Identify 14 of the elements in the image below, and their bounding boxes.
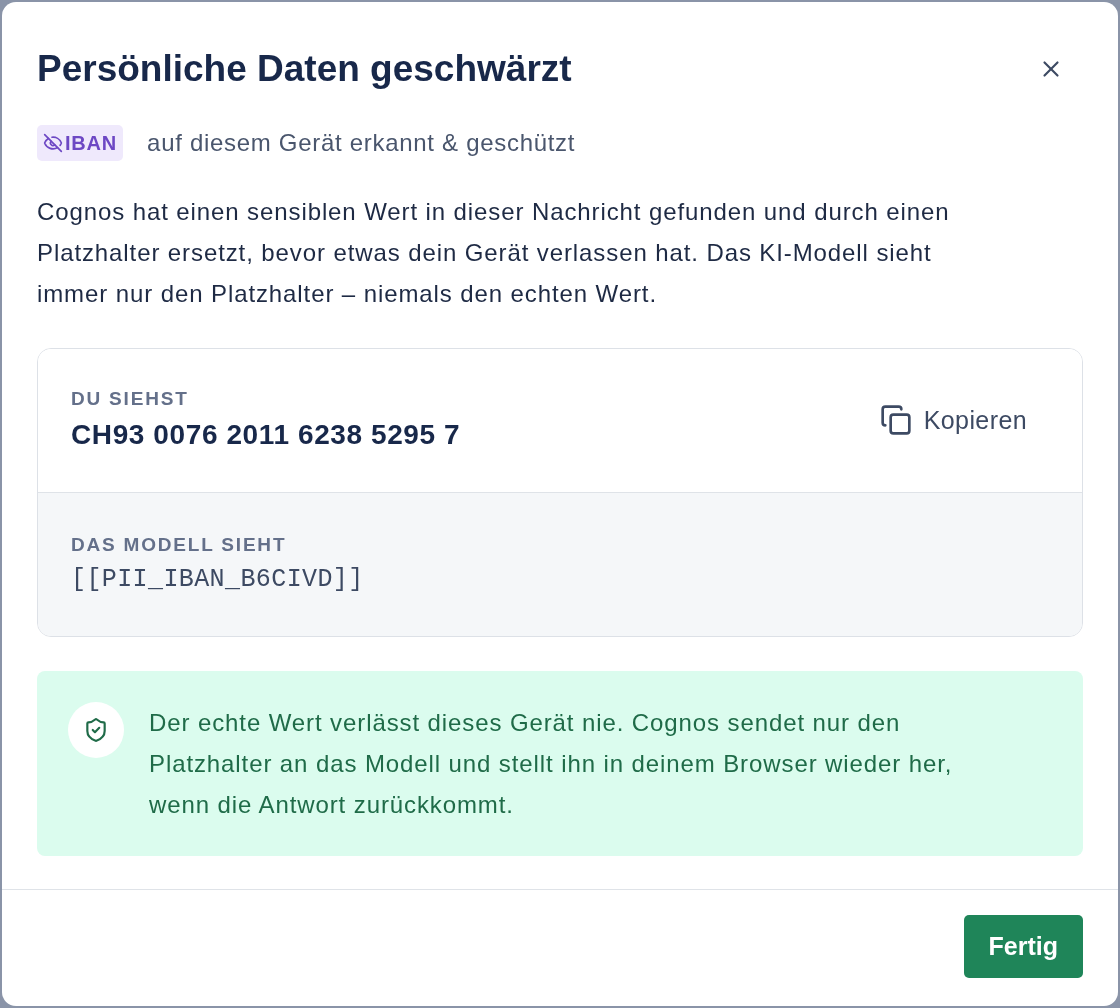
notice-text: Der echte Wert verlässt dieses Gerät nie. Cognos sendet nur den Platzhalter an das Modell und stellt ihn in deinem Browser wieder her, wenn die Antwort zurückkommt. xyxy=(149,708,954,820)
eye-slash-icon xyxy=(43,133,63,153)
copy-icon xyxy=(879,403,912,436)
detection-caption: auf diesem Gerät erkannt & geschützt xyxy=(147,128,576,158)
dialog-title: Persönliche Daten geschwärzt xyxy=(37,47,572,91)
section-label: DAS MODELL SIEHT xyxy=(71,533,287,557)
shield-check-icon xyxy=(68,702,124,758)
iban-badge: IBAN xyxy=(37,125,124,161)
copy-button[interactable]: Kopieren xyxy=(869,397,1037,442)
placeholder-token: [[PII_IBAN_B6CIVD]] xyxy=(71,564,364,596)
iban-value: CH93 0076 2011 6238 5295 7 xyxy=(71,418,461,452)
section-label: DU SIEHST xyxy=(71,387,189,411)
done-button[interactable]: Fertig xyxy=(963,915,1083,978)
description-text: Cognos hat einen sensiblen Wert in dieser Nachricht gefunden und durch einen Platzhalter ersetzt, bevor etwas dein Gerät verlassen hat. Das KI-Modell sieht immer nur den Platzhalter – niemals den echten Wert. xyxy=(37,197,951,309)
